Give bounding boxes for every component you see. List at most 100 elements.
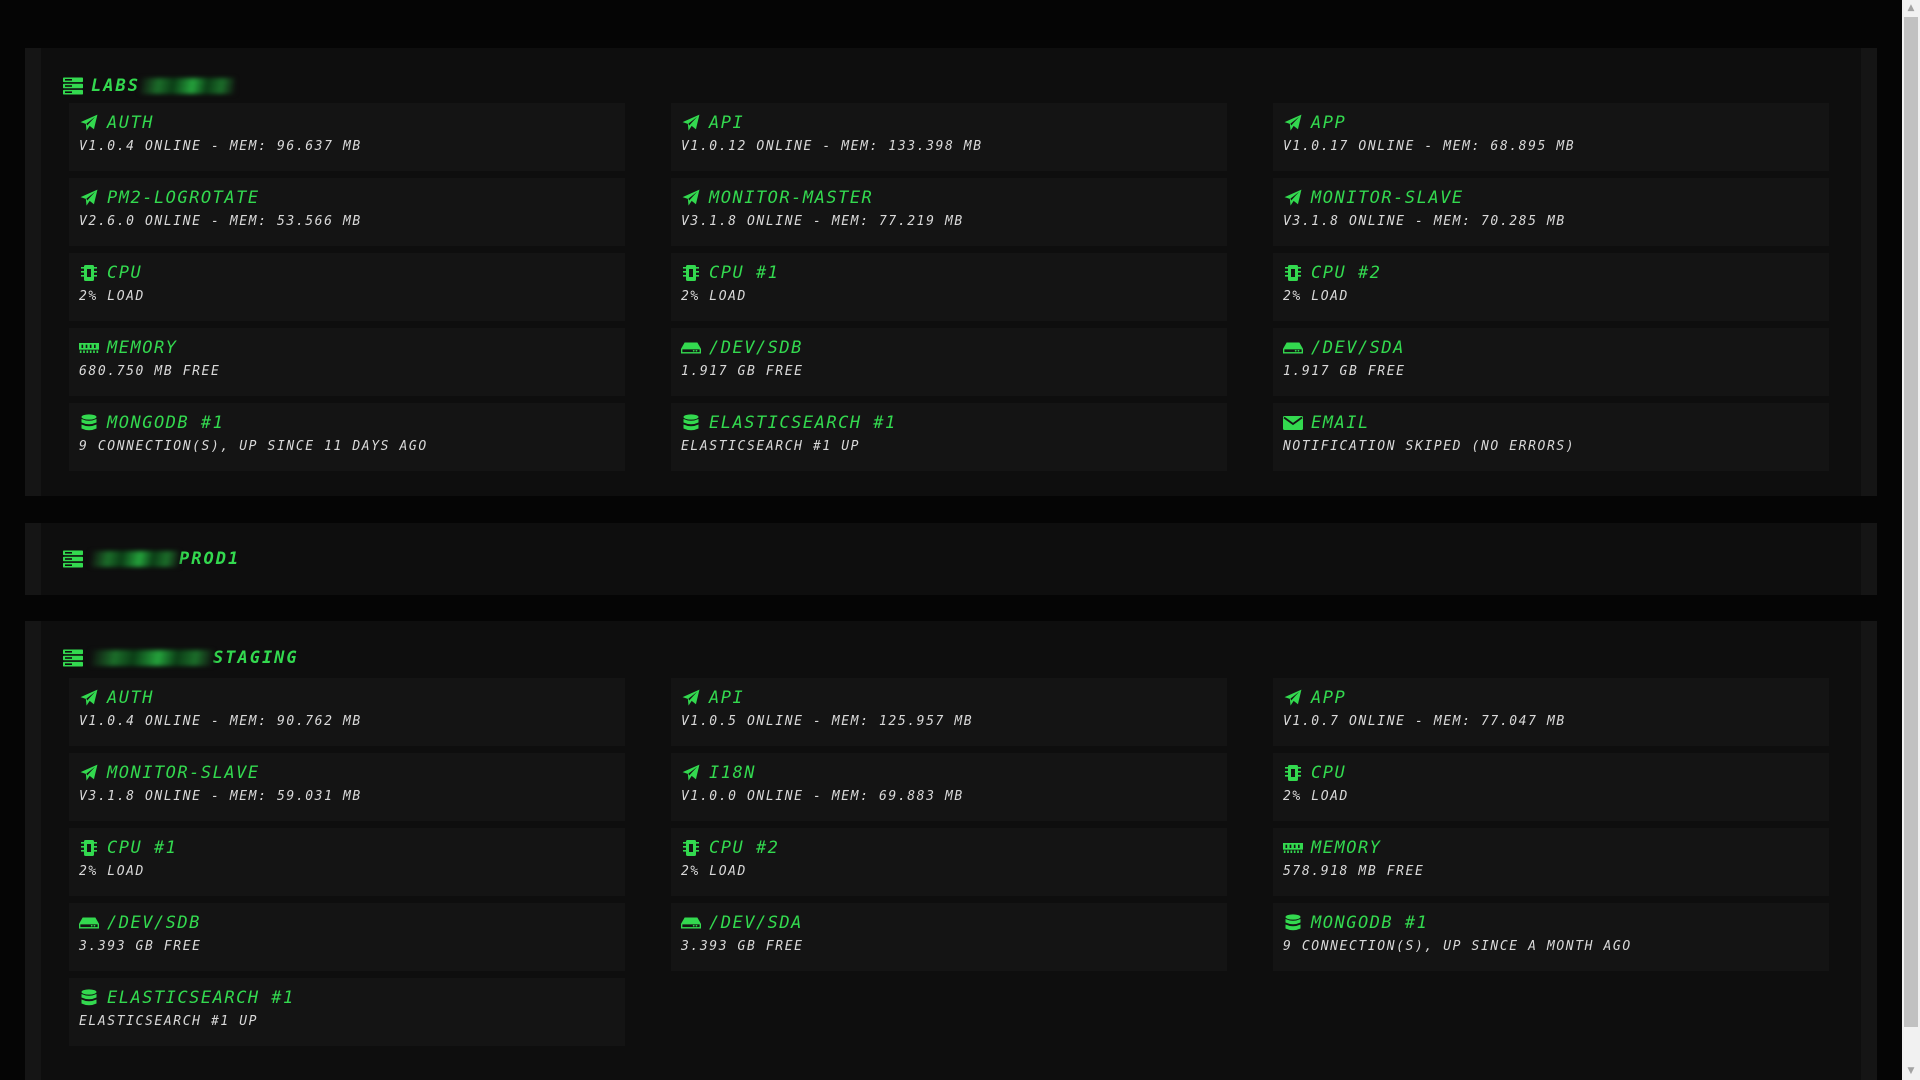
group-header[interactable]: LABS xyxy=(63,74,235,98)
tile-title-text: CPU #2 xyxy=(709,838,780,858)
tile-title-text: MEMORY xyxy=(107,338,178,358)
status-tile-app[interactable]: APP V1.0.17 ONLINE - MEM: 68.895 MB xyxy=(1273,103,1829,171)
tile-status-text: V3.1.8 ONLINE - MEM: 77.219 MB xyxy=(681,214,964,229)
status-tile-api[interactable]: API V1.0.12 ONLINE - MEM: 133.398 MB xyxy=(671,103,1227,171)
tile-title-text: MONITOR-SLAVE xyxy=(107,763,260,783)
tile-title: /DEV/SDA xyxy=(681,912,1227,934)
status-tile-dev-sdb[interactable]: /DEV/SDB 1.917 GB FREE xyxy=(671,328,1227,396)
tile-title: MONITOR-SLAVE xyxy=(1283,187,1829,209)
status-tile-cpu[interactable]: CPU 2% LOAD xyxy=(1273,753,1829,821)
send-icon xyxy=(681,689,701,707)
tile-status-text: V1.0.17 ONLINE - MEM: 68.895 MB xyxy=(1283,139,1576,154)
tile-title-text: MEMORY xyxy=(1311,838,1382,858)
dashboard-viewport: LABS AUTH V1.0.4 ONLINE - MEM: 96.637 MB A… xyxy=(0,0,1902,1080)
status-tile-mongodb-1[interactable]: MONGODB #1 9 CONNECTION(S), UP SINCE 11 D… xyxy=(69,403,625,471)
tile-title-text: PM2-LOGROTATE xyxy=(107,188,260,208)
status-tile-app[interactable]: APP V1.0.7 ONLINE - MEM: 77.047 MB xyxy=(1273,678,1829,746)
send-icon xyxy=(79,764,99,782)
send-icon xyxy=(79,189,99,207)
tile-status-text: ELASTICSEARCH #1 UP xyxy=(681,439,861,454)
tile-status-text: 2% LOAD xyxy=(1283,789,1349,804)
tile-status-text: 2% LOAD xyxy=(79,289,145,304)
envelope-icon xyxy=(1283,414,1303,432)
tile-title-text: /DEV/SDA xyxy=(1311,338,1405,358)
group-header[interactable]: STAGING xyxy=(63,646,299,670)
status-tile-monitor-slave[interactable]: MONITOR-SLAVE V3.1.8 ONLINE - MEM: 59.031… xyxy=(69,753,625,821)
status-tile-elasticsearch-1[interactable]: ELASTICSEARCH #1 ELASTICSEARCH #1 UP xyxy=(671,403,1227,471)
tile-title-text: AUTH xyxy=(107,688,154,708)
send-icon xyxy=(79,114,99,132)
scrollbar-thumb[interactable] xyxy=(1904,17,1918,1027)
send-icon xyxy=(1283,114,1303,132)
tile-title: API xyxy=(681,112,1227,134)
status-tile-monitor-slave[interactable]: MONITOR-SLAVE V3.1.8 ONLINE - MEM: 70.285… xyxy=(1273,178,1829,246)
server-icon xyxy=(63,550,83,568)
status-tile-api[interactable]: API V1.0.5 ONLINE - MEM: 125.957 MB xyxy=(671,678,1227,746)
tile-status-text: 1.917 GB FREE xyxy=(681,364,804,379)
tile-status-text: V3.1.8 ONLINE - MEM: 59.031 MB xyxy=(79,789,362,804)
tile-title-text: AUTH xyxy=(107,113,154,133)
server-icon xyxy=(63,77,83,95)
scroll-up-icon[interactable]: ▲ xyxy=(1902,0,1920,17)
tile-title: CPU #2 xyxy=(1283,262,1829,284)
status-tile-dev-sda[interactable]: /DEV/SDA 3.393 GB FREE xyxy=(671,903,1227,971)
tile-status-text: V1.0.7 ONLINE - MEM: 77.047 MB xyxy=(1283,714,1566,729)
tile-title-text: /DEV/SDB xyxy=(709,338,803,358)
status-tile-cpu-1[interactable]: CPU #1 2% LOAD xyxy=(671,253,1227,321)
server-group-staging: STAGING AUTH V1.0.4 ONLINE - MEM: 90.762 … xyxy=(25,621,1877,1080)
status-tile-dev-sda[interactable]: /DEV/SDA 1.917 GB FREE xyxy=(1273,328,1829,396)
status-tile-auth[interactable]: AUTH V1.0.4 ONLINE - MEM: 90.762 MB xyxy=(69,678,625,746)
cpu-icon xyxy=(681,264,701,282)
vertical-scrollbar[interactable]: ▲ ▼ xyxy=(1902,0,1920,1080)
send-icon xyxy=(681,189,701,207)
tile-status-text: 2% LOAD xyxy=(79,864,145,879)
group-name: STAGING xyxy=(91,648,299,668)
tile-title: EMAIL xyxy=(1283,412,1829,434)
tile-status-text: 2% LOAD xyxy=(1283,289,1349,304)
status-tile-email[interactable]: EMAIL NOTIFICATION SKIPED (NO ERRORS) xyxy=(1273,403,1829,471)
memory-icon xyxy=(79,339,99,357)
database-icon xyxy=(681,414,701,432)
tile-title: /DEV/SDB xyxy=(79,912,625,934)
tile-title-text: API xyxy=(709,688,745,708)
tile-title: AUTH xyxy=(79,687,625,709)
group-name: PROD1 xyxy=(91,549,240,569)
send-icon xyxy=(681,764,701,782)
tile-title: /DEV/SDB xyxy=(681,337,1227,359)
tile-status-text: 1.917 GB FREE xyxy=(1283,364,1406,379)
tile-title: MONGODB #1 xyxy=(79,412,625,434)
status-tile-elasticsearch-1[interactable]: ELASTICSEARCH #1 ELASTICSEARCH #1 UP xyxy=(69,978,625,1046)
status-tile-mongodb-1[interactable]: MONGODB #1 9 CONNECTION(S), UP SINCE A MO… xyxy=(1273,903,1829,971)
status-tile-dev-sdb[interactable]: /DEV/SDB 3.393 GB FREE xyxy=(69,903,625,971)
status-tile-memory[interactable]: MEMORY 680.750 MB FREE xyxy=(69,328,625,396)
tile-title: CPU #2 xyxy=(681,837,1227,859)
hdd-icon xyxy=(79,914,99,932)
group-name-text: LABS xyxy=(91,76,140,96)
status-tile-auth[interactable]: AUTH V1.0.4 ONLINE - MEM: 96.637 MB xyxy=(69,103,625,171)
status-tile-cpu-2[interactable]: CPU #2 2% LOAD xyxy=(671,828,1227,896)
status-tile-memory[interactable]: MEMORY 578.918 MB FREE xyxy=(1273,828,1829,896)
group-header[interactable]: PROD1 xyxy=(63,547,240,571)
server-group-labs: LABS AUTH V1.0.4 ONLINE - MEM: 96.637 MB A… xyxy=(25,48,1877,496)
tile-title: MONITOR-SLAVE xyxy=(79,762,625,784)
status-tile-pm2-logrotate[interactable]: PM2-LOGROTATE V2.6.0 ONLINE - MEM: 53.566… xyxy=(69,178,625,246)
scroll-down-icon[interactable]: ▼ xyxy=(1902,1063,1920,1080)
status-tile-cpu-2[interactable]: CPU #2 2% LOAD xyxy=(1273,253,1829,321)
hdd-icon xyxy=(1283,339,1303,357)
hdd-icon xyxy=(681,339,701,357)
status-tile-monitor-master[interactable]: MONITOR-MASTER V3.1.8 ONLINE - MEM: 77.21… xyxy=(671,178,1227,246)
status-tile-cpu[interactable]: CPU 2% LOAD xyxy=(69,253,625,321)
cpu-icon xyxy=(79,839,99,857)
tile-status-text: 3.393 GB FREE xyxy=(79,939,202,954)
tile-title-text: APP xyxy=(1311,688,1347,708)
tile-title-text: CPU xyxy=(107,263,143,283)
tile-title-text: EMAIL xyxy=(1311,413,1370,433)
tile-title-text: /DEV/SDB xyxy=(107,913,201,933)
tile-status-text: V2.6.0 ONLINE - MEM: 53.566 MB xyxy=(79,214,362,229)
tile-title-text: MONGODB #1 xyxy=(107,413,225,433)
status-tile-cpu-1[interactable]: CPU #1 2% LOAD xyxy=(69,828,625,896)
tile-title: CPU xyxy=(1283,762,1829,784)
tile-status-text: V1.0.4 ONLINE - MEM: 96.637 MB xyxy=(79,139,362,154)
tile-title: CPU #1 xyxy=(79,837,625,859)
status-tile-i18n[interactable]: I18N V1.0.0 ONLINE - MEM: 69.883 MB xyxy=(671,753,1227,821)
